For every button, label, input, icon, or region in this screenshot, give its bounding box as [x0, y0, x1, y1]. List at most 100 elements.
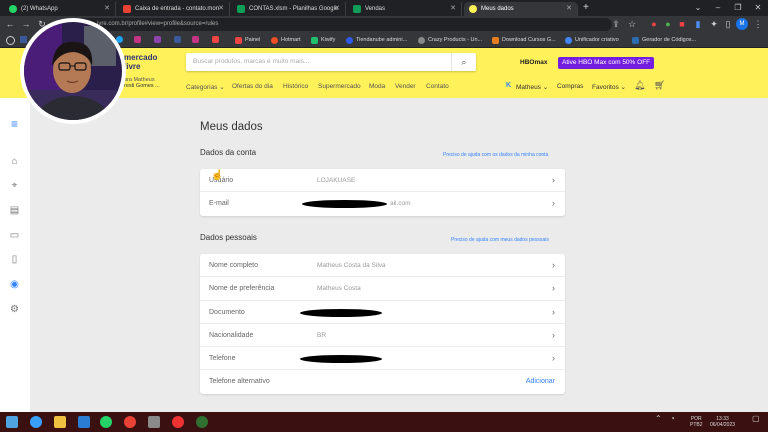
personal-row-nome-preferencia[interactable]: Nome de preferência Matheus Costa ›	[200, 277, 565, 301]
forward-icon[interactable]: →	[20, 18, 32, 30]
tab-contas-sheet[interactable]: CONTAS.xlsm - Planilhas Google ✕	[232, 2, 346, 16]
network-icon[interactable]: ◔	[670, 415, 675, 423]
nav-ofertas[interactable]: Ofertas do dia	[232, 83, 273, 90]
profile-icon[interactable]: ◉	[8, 278, 21, 291]
store-icon[interactable]: ▤	[8, 204, 21, 217]
tag-icon[interactable]: ⌖	[8, 179, 21, 192]
bookmark-tiendanube[interactable]: Tiendanube admini...	[346, 34, 407, 46]
address-bar[interactable]: ...ivre.com.br/profile#view=profile&sour…	[62, 18, 612, 31]
nav-contato[interactable]: Contato	[426, 83, 449, 90]
delivery-greeting[interactable]: ara Matheus resti Gomes ...	[124, 77, 160, 89]
nav-categorias[interactable]: Categorias ⌄	[186, 83, 225, 91]
instagram-icon[interactable]	[192, 36, 199, 43]
extension-icon[interactable]: ■	[676, 18, 688, 30]
close-tab-icon[interactable]: ✕	[450, 2, 456, 16]
bookmark-kiwify[interactable]: Kiwify	[311, 34, 335, 46]
bookmark-painel[interactable]: Painel	[235, 34, 260, 46]
side-panel-icon[interactable]: ▯	[722, 18, 734, 30]
bookmark-star-icon[interactable]: ☆	[626, 18, 638, 30]
tab-label: Vendas	[365, 6, 386, 12]
back-icon[interactable]: ←	[4, 18, 16, 30]
account-row-email[interactable]: E-mail ail.com ›	[200, 192, 565, 215]
tab-gmail[interactable]: Caixa de entrada - contato.mon ✕	[118, 2, 230, 16]
user-menu[interactable]: Matheus ⌄	[516, 83, 548, 91]
twitter-icon[interactable]	[116, 36, 123, 43]
personal-row-telefone-alternativo: Telefone alternativo Adicionar	[200, 370, 565, 393]
bookmark-gerador[interactable]: Gerador de Códigos...	[632, 34, 696, 46]
nav-moda[interactable]: Moda	[369, 83, 385, 90]
search-icon[interactable]: ⌕	[451, 53, 476, 71]
tab-search-icon[interactable]: ⌄	[688, 0, 708, 16]
tab-label: (2) WhatsApp	[21, 6, 58, 12]
maximize-icon[interactable]: ❐	[728, 0, 748, 16]
share-icon[interactable]: ⇪	[610, 18, 622, 30]
personal-row-documento[interactable]: Documento ›	[200, 301, 565, 324]
clock[interactable]: 13:33 06/04/2023	[710, 416, 735, 428]
close-window-icon[interactable]: ✕	[748, 0, 768, 16]
truck-icon[interactable]: ▭	[8, 229, 21, 242]
search-input[interactable]: Buscar produtos, marcas e muito mais... …	[186, 53, 476, 71]
extensions-puzzle-icon[interactable]: ✦	[708, 18, 720, 30]
youtube-icon[interactable]	[212, 36, 219, 43]
instagram-icon[interactable]	[134, 36, 141, 43]
add-phone-link[interactable]: Adicionar	[526, 370, 555, 393]
hamburger-menu-icon[interactable]: ≡	[8, 118, 21, 131]
facebook-icon[interactable]	[20, 36, 27, 43]
whatsapp-icon[interactable]	[100, 416, 112, 428]
recording-app-icon[interactable]	[172, 416, 184, 428]
keyboard-language[interactable]: POR PTB2	[690, 416, 703, 428]
cart-icon[interactable]: 🛒︎	[654, 80, 665, 91]
personal-help-link[interactable]: Preciso de ajuda com meus dados pessoais	[451, 237, 549, 243]
obs-icon[interactable]	[196, 416, 208, 428]
account-row-usuario[interactable]: Usuário LOJAKUASE ›	[200, 169, 565, 193]
close-tab-icon[interactable]: ✕	[334, 2, 340, 16]
chrome-icon[interactable]	[124, 416, 136, 428]
account-help-link[interactable]: Preciso de ajuda com os dados da minha c…	[443, 152, 548, 158]
hbo-promo-banner[interactable]: Ative HBO Max com 50% OFF	[558, 57, 655, 69]
nav-vender[interactable]: Vender	[395, 83, 416, 90]
chevron-right-icon: ›	[552, 329, 555, 340]
bookmark-download-cursos[interactable]: Download Cursos G...	[492, 34, 556, 46]
minimize-icon[interactable]: –	[708, 0, 728, 16]
profile-avatar-icon[interactable]: M	[736, 18, 748, 30]
bookmark-crazy-products[interactable]: Crazy Products - Un...	[418, 34, 482, 46]
notification-icon[interactable]: ▢	[752, 415, 760, 423]
new-tab-button[interactable]: +	[583, 0, 589, 16]
bookmark-label: Unificador criativo	[575, 37, 619, 43]
bookmark-hotmart[interactable]: Hotmart	[271, 34, 301, 46]
invoice-icon[interactable]: ▯	[8, 253, 21, 266]
menu-icon[interactable]: ⋮	[752, 18, 764, 30]
calculator-icon[interactable]	[78, 416, 90, 428]
file-explorer-icon[interactable]	[54, 416, 66, 428]
nav-supermercado[interactable]: Supermercado	[318, 83, 361, 90]
edge-icon[interactable]	[30, 416, 42, 428]
extension-icon[interactable]: ●	[662, 18, 674, 30]
close-tab-icon[interactable]: ✕	[218, 2, 224, 16]
shopping-bag-icon[interactable]: ⌂	[8, 155, 21, 168]
tray-chevron-icon[interactable]: ⌃	[655, 415, 662, 423]
settings-gear-icon[interactable]: ⚙	[8, 303, 21, 316]
personal-row-telefone[interactable]: Telefone ›	[200, 347, 565, 371]
site-logo[interactable]: mercado livre	[124, 53, 157, 71]
bookmark-unificador[interactable]: Unificador criativo	[565, 34, 619, 46]
twitch-icon[interactable]	[154, 36, 161, 43]
download-icon[interactable]: ▮	[692, 18, 704, 30]
bell-icon[interactable]: 🔔︎	[634, 80, 645, 91]
personal-row-nacionalidade[interactable]: Nacionalidade BR ›	[200, 324, 565, 348]
close-tab-icon[interactable]: ✕	[104, 2, 110, 16]
bookmark-icon[interactable]	[6, 36, 15, 45]
photos-icon[interactable]	[148, 416, 160, 428]
nav-historico[interactable]: Histórico	[283, 83, 308, 90]
nav-compras[interactable]: Compras	[557, 83, 583, 90]
extension-icon[interactable]: ●	[648, 18, 660, 30]
nav-favoritos[interactable]: Favoritos ⌄	[592, 83, 626, 91]
personal-row-nome-completo[interactable]: Nome completo Matheus Costa da Silva ›	[200, 254, 565, 278]
windows-start-icon[interactable]	[6, 416, 18, 428]
tab-label: Meus dados	[481, 6, 514, 12]
browser-tab-strip: (2) WhatsApp ✕ Caixa de entrada - contat…	[0, 0, 768, 16]
tab-meus-dados[interactable]: Meus dados ✕	[464, 2, 578, 16]
tab-whatsapp[interactable]: (2) WhatsApp ✕	[4, 2, 116, 16]
facebook-icon[interactable]	[174, 36, 181, 43]
close-tab-icon[interactable]: ✕	[566, 2, 572, 16]
tab-vendas[interactable]: Vendas ✕	[348, 2, 462, 16]
